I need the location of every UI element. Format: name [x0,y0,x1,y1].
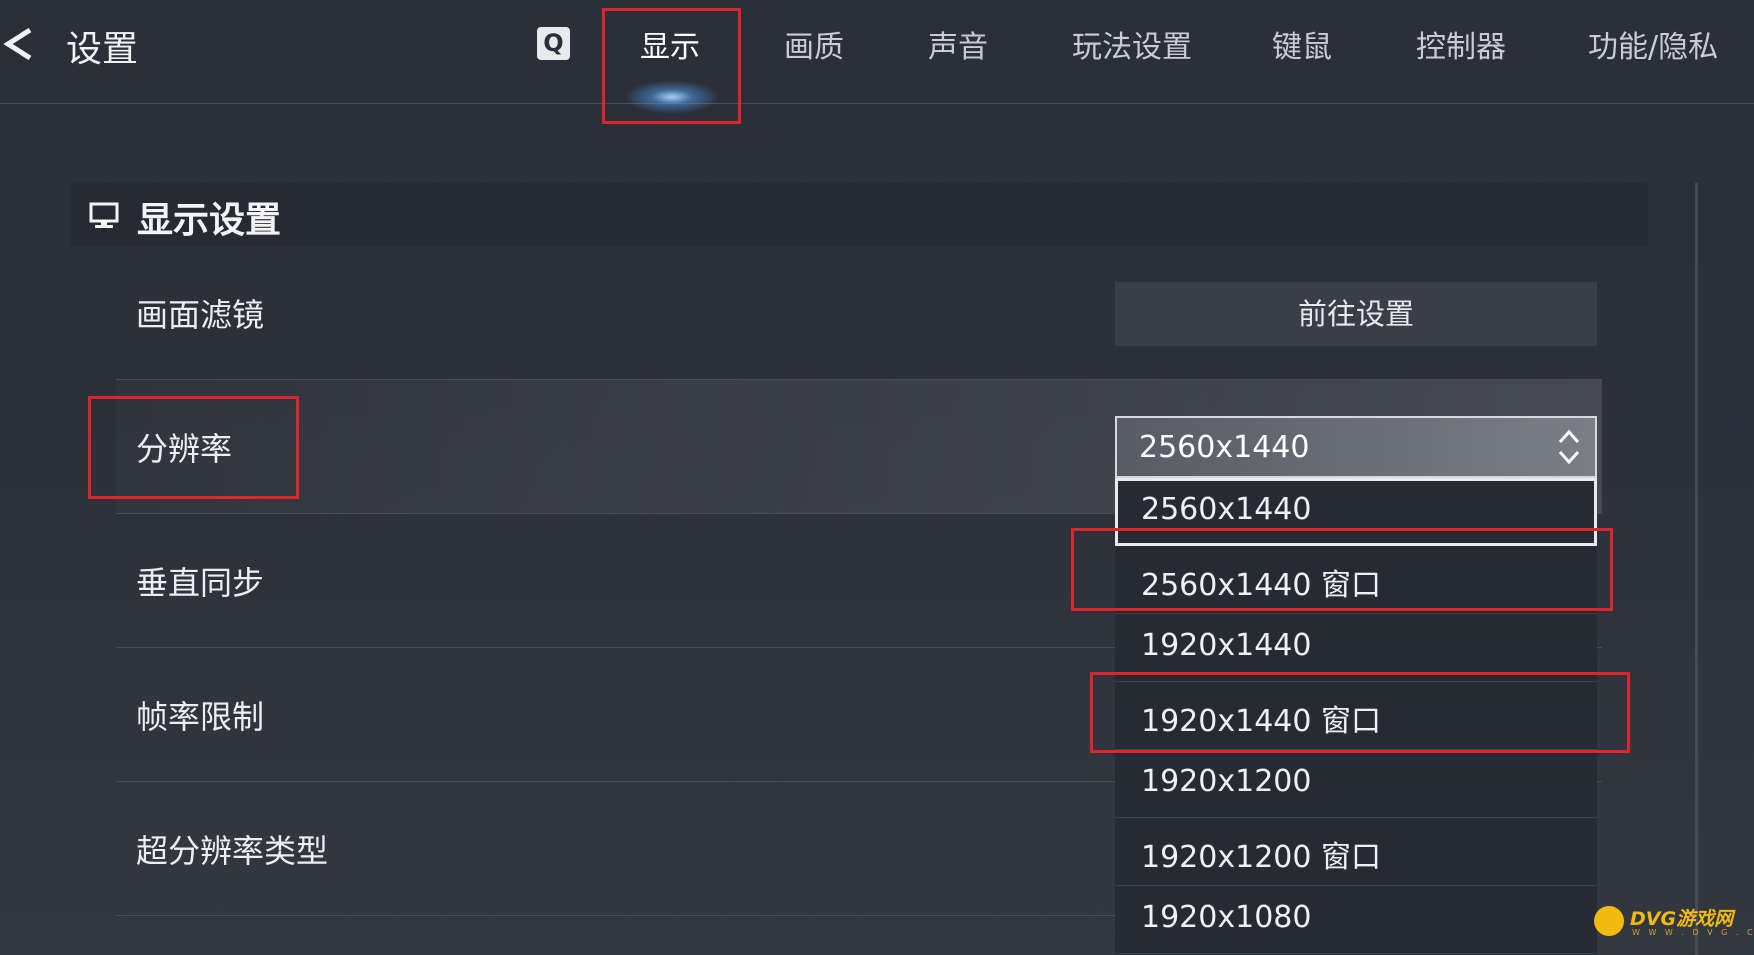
tab-features-privacy[interactable]: 功能/隐私 [1588,22,1718,66]
row-label: 画面滤镜 [136,296,265,334]
section-title: 显示设置 [137,200,282,241]
resolution-option[interactable]: 1920x1440 窗口 [1115,682,1597,750]
resolution-dropdown: 2560x1440 2560x1440 窗口 1920x1440 1920x14… [1115,478,1597,955]
tab-gameplay[interactable]: 玩法设置 [1072,22,1192,66]
section-header: 显示设置 [71,183,1648,246]
tab-audio[interactable]: 声音 [928,22,988,66]
resolution-option[interactable]: 2560x1440 [1115,478,1597,546]
watermark-brand: DVG游戏网 [1630,908,1734,930]
active-tab-glow [624,80,720,114]
go-to-settings-button[interactable]: 前往设置 [1115,282,1597,346]
tab-display[interactable]: 显示 [640,22,700,66]
back-arrow-icon[interactable] [0,24,36,64]
row-label: 垂直同步 [136,564,265,602]
page-title: 设置 [66,29,139,70]
up-down-arrows-icon [1558,429,1580,465]
resolution-option[interactable]: 1920x1200 窗口 [1115,818,1597,886]
row-label: 帧率限制 [136,698,265,736]
tab-controller[interactable]: 控制器 [1416,22,1506,66]
scrollbar-track[interactable] [1695,183,1698,955]
resolution-option[interactable]: 1920x1200 [1115,750,1597,818]
resolution-option[interactable]: 1920x1080 [1115,886,1597,954]
resolution-option[interactable]: 2560x1440 窗口 [1115,546,1597,614]
tab-graphics[interactable]: 画质 [784,22,844,66]
resolution-select[interactable]: 2560x1440 [1115,416,1597,478]
watermark-logo: DVG游戏网 W W W . D V G . C N [1594,902,1754,942]
tab-keyboard-mouse[interactable]: 键鼠 [1272,22,1332,66]
watermark-url: W W W . D V G . C N [1632,928,1754,937]
top-bar: 设置 Q 显示 画质 声音 玩法设置 键鼠 控制器 功能/隐私 [0,0,1754,104]
resolution-selected-value: 2560x1440 [1139,430,1310,465]
row-label: 超分辨率类型 [136,832,329,870]
resolution-option[interactable]: 1920x1440 [1115,614,1597,682]
row-label: 分辨率 [136,430,233,468]
q-key-hint: Q [537,27,570,60]
gamepad-icon [1594,906,1624,936]
monitor-icon [89,202,119,228]
